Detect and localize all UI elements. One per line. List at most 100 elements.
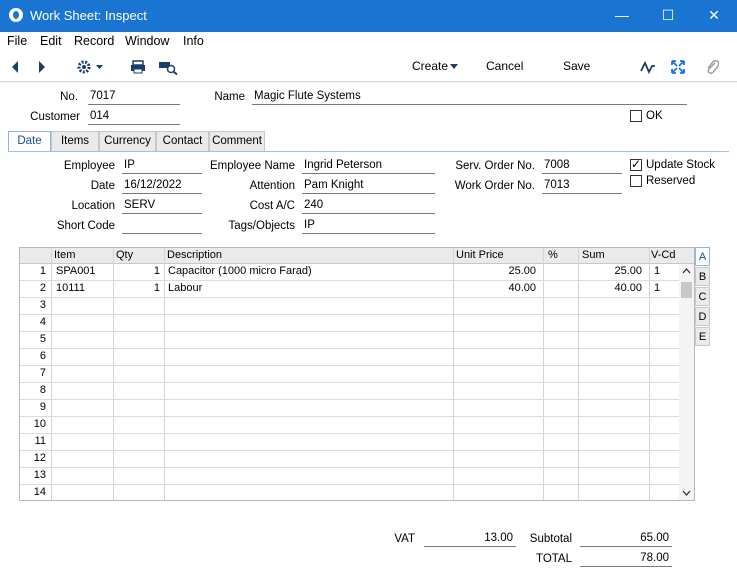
col-description[interactable]: Description <box>167 249 222 261</box>
col-sum[interactable]: Sum <box>582 249 605 261</box>
vcd-cell[interactable]: 1 <box>654 265 660 277</box>
sum-cell[interactable]: 40.00 <box>580 282 642 294</box>
row-number: 3 <box>39 299 46 311</box>
expand-icon[interactable] <box>671 60 685 74</box>
description-cell[interactable]: Capacitor (1000 micro Farad) <box>168 265 312 277</box>
tab-items[interactable]: Items <box>51 131 99 151</box>
close-button[interactable]: ✕ <box>691 0 737 32</box>
col-percent[interactable]: % <box>548 249 558 261</box>
next-record-icon[interactable] <box>37 60 47 74</box>
side-tab-e[interactable]: E <box>695 327 710 346</box>
cost-ac-field[interactable]: 240 <box>302 198 435 214</box>
menu-edit[interactable]: Edit <box>40 34 62 48</box>
work-order-label: Work Order No. <box>454 180 535 192</box>
description-cell[interactable]: Labour <box>168 282 202 294</box>
short-code-label: Short Code <box>56 220 115 232</box>
table-row[interactable]: 3 <box>20 298 680 315</box>
col-unit-price[interactable]: Unit Price <box>456 249 504 261</box>
employee-label: Employee <box>63 160 115 172</box>
row-number: 6 <box>39 350 46 362</box>
ok-checkbox[interactable] <box>630 110 642 122</box>
maximize-button[interactable]: ☐ <box>645 0 691 32</box>
no-field[interactable]: 7017 <box>88 89 180 105</box>
customer-label: Customer <box>30 111 80 123</box>
row-number: 8 <box>39 384 46 396</box>
item-cell[interactable]: SPA001 <box>56 265 96 277</box>
side-tab-a[interactable]: A <box>695 247 710 266</box>
customer-field[interactable]: 014 <box>88 109 180 125</box>
scroll-down-icon[interactable] <box>682 490 691 496</box>
cancel-button[interactable]: Cancel <box>486 59 523 73</box>
scroll-thumb[interactable] <box>681 282 692 298</box>
toolbar: Create Cancel Save <box>0 52 737 82</box>
unit-price-cell[interactable]: 40.00 <box>456 282 536 294</box>
update-stock-label: Update Stock <box>646 159 716 171</box>
subtotal-label: Subtotal <box>529 533 572 545</box>
previous-record-icon[interactable] <box>10 60 20 74</box>
menu-record[interactable]: Record <box>74 34 114 48</box>
scroll-up-icon[interactable] <box>682 268 691 274</box>
tab-date[interactable]: Date <box>8 131 51 152</box>
side-tab-c[interactable]: C <box>695 287 710 306</box>
print-icon[interactable] <box>130 60 146 74</box>
row-number: 14 <box>33 486 46 498</box>
date-field[interactable]: 16/12/2022 <box>122 178 202 194</box>
side-tab-b[interactable]: B <box>695 267 710 286</box>
table-row[interactable]: 14 <box>20 485 680 502</box>
qty-cell[interactable]: 1 <box>116 282 160 294</box>
table-row[interactable]: 8 <box>20 383 680 400</box>
menu-file[interactable]: File <box>7 34 27 48</box>
tags-objects-field[interactable]: IP <box>302 218 435 234</box>
table-row[interactable]: 13 <box>20 468 680 485</box>
item-cell[interactable]: 10111 <box>56 282 85 294</box>
employee-field[interactable]: IP <box>122 158 202 174</box>
date-label: Date <box>90 180 115 192</box>
reserved-label: Reserved <box>646 175 696 187</box>
tab-comment[interactable]: Comment <box>209 131 265 151</box>
table-row[interactable]: 12 <box>20 451 680 468</box>
sum-cell[interactable]: 25.00 <box>580 265 642 277</box>
reserved-checkbox[interactable] <box>630 175 642 187</box>
col-item[interactable]: Item <box>54 249 75 261</box>
table-row[interactable]: 6 <box>20 349 680 366</box>
table-row[interactable]: 9 <box>20 400 680 417</box>
pulse-icon[interactable] <box>640 60 656 74</box>
col-qty[interactable]: Qty <box>116 249 133 261</box>
minimize-button[interactable]: — <box>599 0 645 32</box>
table-row[interactable]: 1 SPA001 1 Capacitor (1000 micro Farad) … <box>20 264 680 281</box>
table-row[interactable]: 7 <box>20 366 680 383</box>
serv-order-label: Serv. Order No. <box>455 160 535 172</box>
save-button[interactable]: Save <box>563 59 590 73</box>
work-order-field[interactable]: 7013 <box>542 178 622 194</box>
tab-contact[interactable]: Contact <box>156 131 209 151</box>
short-code-field[interactable] <box>122 218 202 234</box>
update-stock-checkbox[interactable] <box>630 157 642 171</box>
paperclip-icon[interactable] <box>705 59 719 75</box>
table-row[interactable]: 2 10111 1 Labour 40.00 40.00 1 <box>20 281 680 298</box>
grid-header: Item Qty Description Unit Price % Sum V-… <box>20 248 694 264</box>
table-row[interactable]: 5 <box>20 332 680 349</box>
employee-name-field[interactable]: Ingrid Peterson <box>302 158 435 174</box>
vcd-cell[interactable]: 1 <box>654 282 660 294</box>
tab-divider <box>8 151 729 152</box>
print-preview-icon[interactable] <box>158 60 178 75</box>
side-tab-d[interactable]: D <box>695 307 710 326</box>
name-field[interactable]: Magic Flute Systems <box>252 89 687 105</box>
qty-cell[interactable]: 1 <box>116 265 160 277</box>
serv-order-field[interactable]: 7008 <box>542 158 622 174</box>
menu-info[interactable]: Info <box>183 34 204 48</box>
menu-window[interactable]: Window <box>125 34 169 48</box>
create-button[interactable]: Create <box>412 59 448 73</box>
gear-icon[interactable] <box>76 59 106 75</box>
table-row[interactable]: 11 <box>20 434 680 451</box>
attention-field[interactable]: Pam Knight <box>302 178 435 194</box>
unit-price-cell[interactable]: 25.00 <box>456 265 536 277</box>
table-row[interactable]: 4 <box>20 315 680 332</box>
location-field[interactable]: SERV <box>122 198 202 214</box>
col-vcd[interactable]: V-Cd <box>651 249 675 261</box>
tags-objects-label: Tags/Objects <box>228 220 295 232</box>
row-number: 5 <box>39 333 46 345</box>
grid-scrollbar[interactable] <box>679 264 694 500</box>
tab-currency[interactable]: Currency <box>99 131 156 151</box>
table-row[interactable]: 10 <box>20 417 680 434</box>
